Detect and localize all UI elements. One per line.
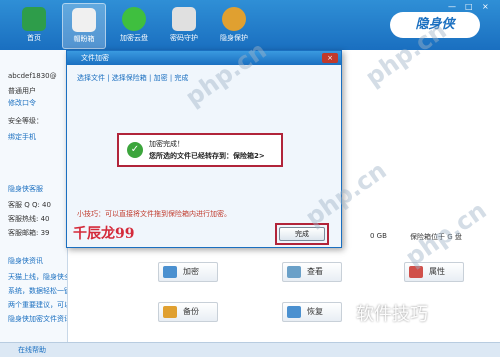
maximize-button[interactable]: □ (465, 2, 473, 11)
backup-button[interactable]: 备份 (158, 302, 218, 322)
storage-size: 0 GB (370, 232, 387, 240)
nav-safebox[interactable]: 帽盼箱 (62, 3, 106, 49)
signature-text: 千辰龙99 (73, 226, 135, 242)
support-qq: 客服 Q Q: 40 (8, 201, 51, 209)
nav-cloud-label: 加密云盘 (120, 34, 148, 42)
corner-watermark: 软件技巧 (356, 304, 428, 325)
nav-cloud[interactable]: 加密云盘 (112, 3, 156, 49)
nav-safebox-label: 帽盼箱 (73, 35, 95, 43)
change-password-link[interactable]: 修改口令 (8, 98, 36, 108)
view-button[interactable]: 查看 (282, 262, 342, 282)
sidebar: abcdef1830@ 普通用户 修改口令 安全等级： 绑定手机 隐身侠客服 客… (0, 50, 68, 342)
dialog-title: 文件加密 (81, 54, 109, 62)
backup-label: 备份 (183, 307, 199, 316)
safebox-icon (72, 8, 96, 32)
properties-label: 属性 (429, 267, 445, 276)
nav-home[interactable]: 首页 (12, 3, 56, 49)
home-icon (22, 7, 46, 31)
done-detail: 您所选的文件已经转存到：保险箱2> (149, 152, 265, 160)
status-bar: 在线帮助 (0, 342, 500, 357)
dialog-titlebar: 文件加密 × (67, 51, 341, 65)
nav-home-label: 首页 (27, 34, 41, 42)
result-message-box: ✓ 加密完成！ 您所选的文件已经转存到：保险箱2> (117, 133, 283, 167)
news-item[interactable]: 系统，数据轻松一键备份！ (8, 286, 67, 296)
support-title: 隐身侠客服 (8, 185, 43, 193)
news-title: 隐身侠资讯 (8, 257, 43, 265)
password-icon (172, 7, 196, 31)
cloud-icon (122, 7, 146, 31)
nav-password-label: 密码守护 (170, 34, 198, 42)
view-icon (287, 266, 301, 278)
success-check-icon: ✓ (127, 142, 143, 158)
backup-icon (163, 306, 177, 318)
support-hotline: 客服热线: 40 (8, 215, 50, 223)
restore-label: 恢复 (307, 307, 323, 316)
support-email: 客服邮箱: 39 (8, 229, 50, 237)
step-breadcrumb: 选择文件 | 选择保险箱 | 加密 | 完成 (77, 74, 189, 82)
minimize-button[interactable]: — (448, 2, 456, 11)
news-item[interactable]: 天猫上线，隐身侠全场包邮！ (8, 272, 67, 282)
close-window-button[interactable]: × (482, 2, 489, 11)
tip-text: 小技巧：可以直接将文件拖到保险箱内进行加密。 (77, 210, 231, 218)
security-level-label: 安全等级： (8, 117, 43, 125)
news-item[interactable]: 两个重要建议，可以防备万一 (8, 300, 67, 310)
restore-icon (287, 306, 301, 318)
user-type: 普通用户 (8, 87, 36, 95)
stealth-icon (222, 7, 246, 31)
encrypt-button[interactable]: 加密 (158, 262, 218, 282)
view-label: 查看 (307, 267, 323, 276)
news-item[interactable]: 隐身侠加密文件资讯特价！ (8, 314, 67, 324)
encrypt-icon (163, 266, 177, 278)
dialog-close-button[interactable]: × (322, 53, 338, 63)
done-title: 加密完成！ (149, 140, 184, 148)
username: abcdef1830@ (8, 72, 57, 80)
restore-button[interactable]: 恢复 (282, 302, 342, 322)
nav-password[interactable]: 密码守护 (162, 3, 206, 49)
encrypt-label: 加密 (183, 267, 199, 276)
bind-phone-link[interactable]: 绑定手机 (8, 132, 36, 142)
online-help-link[interactable]: 在线帮助 (18, 346, 46, 354)
